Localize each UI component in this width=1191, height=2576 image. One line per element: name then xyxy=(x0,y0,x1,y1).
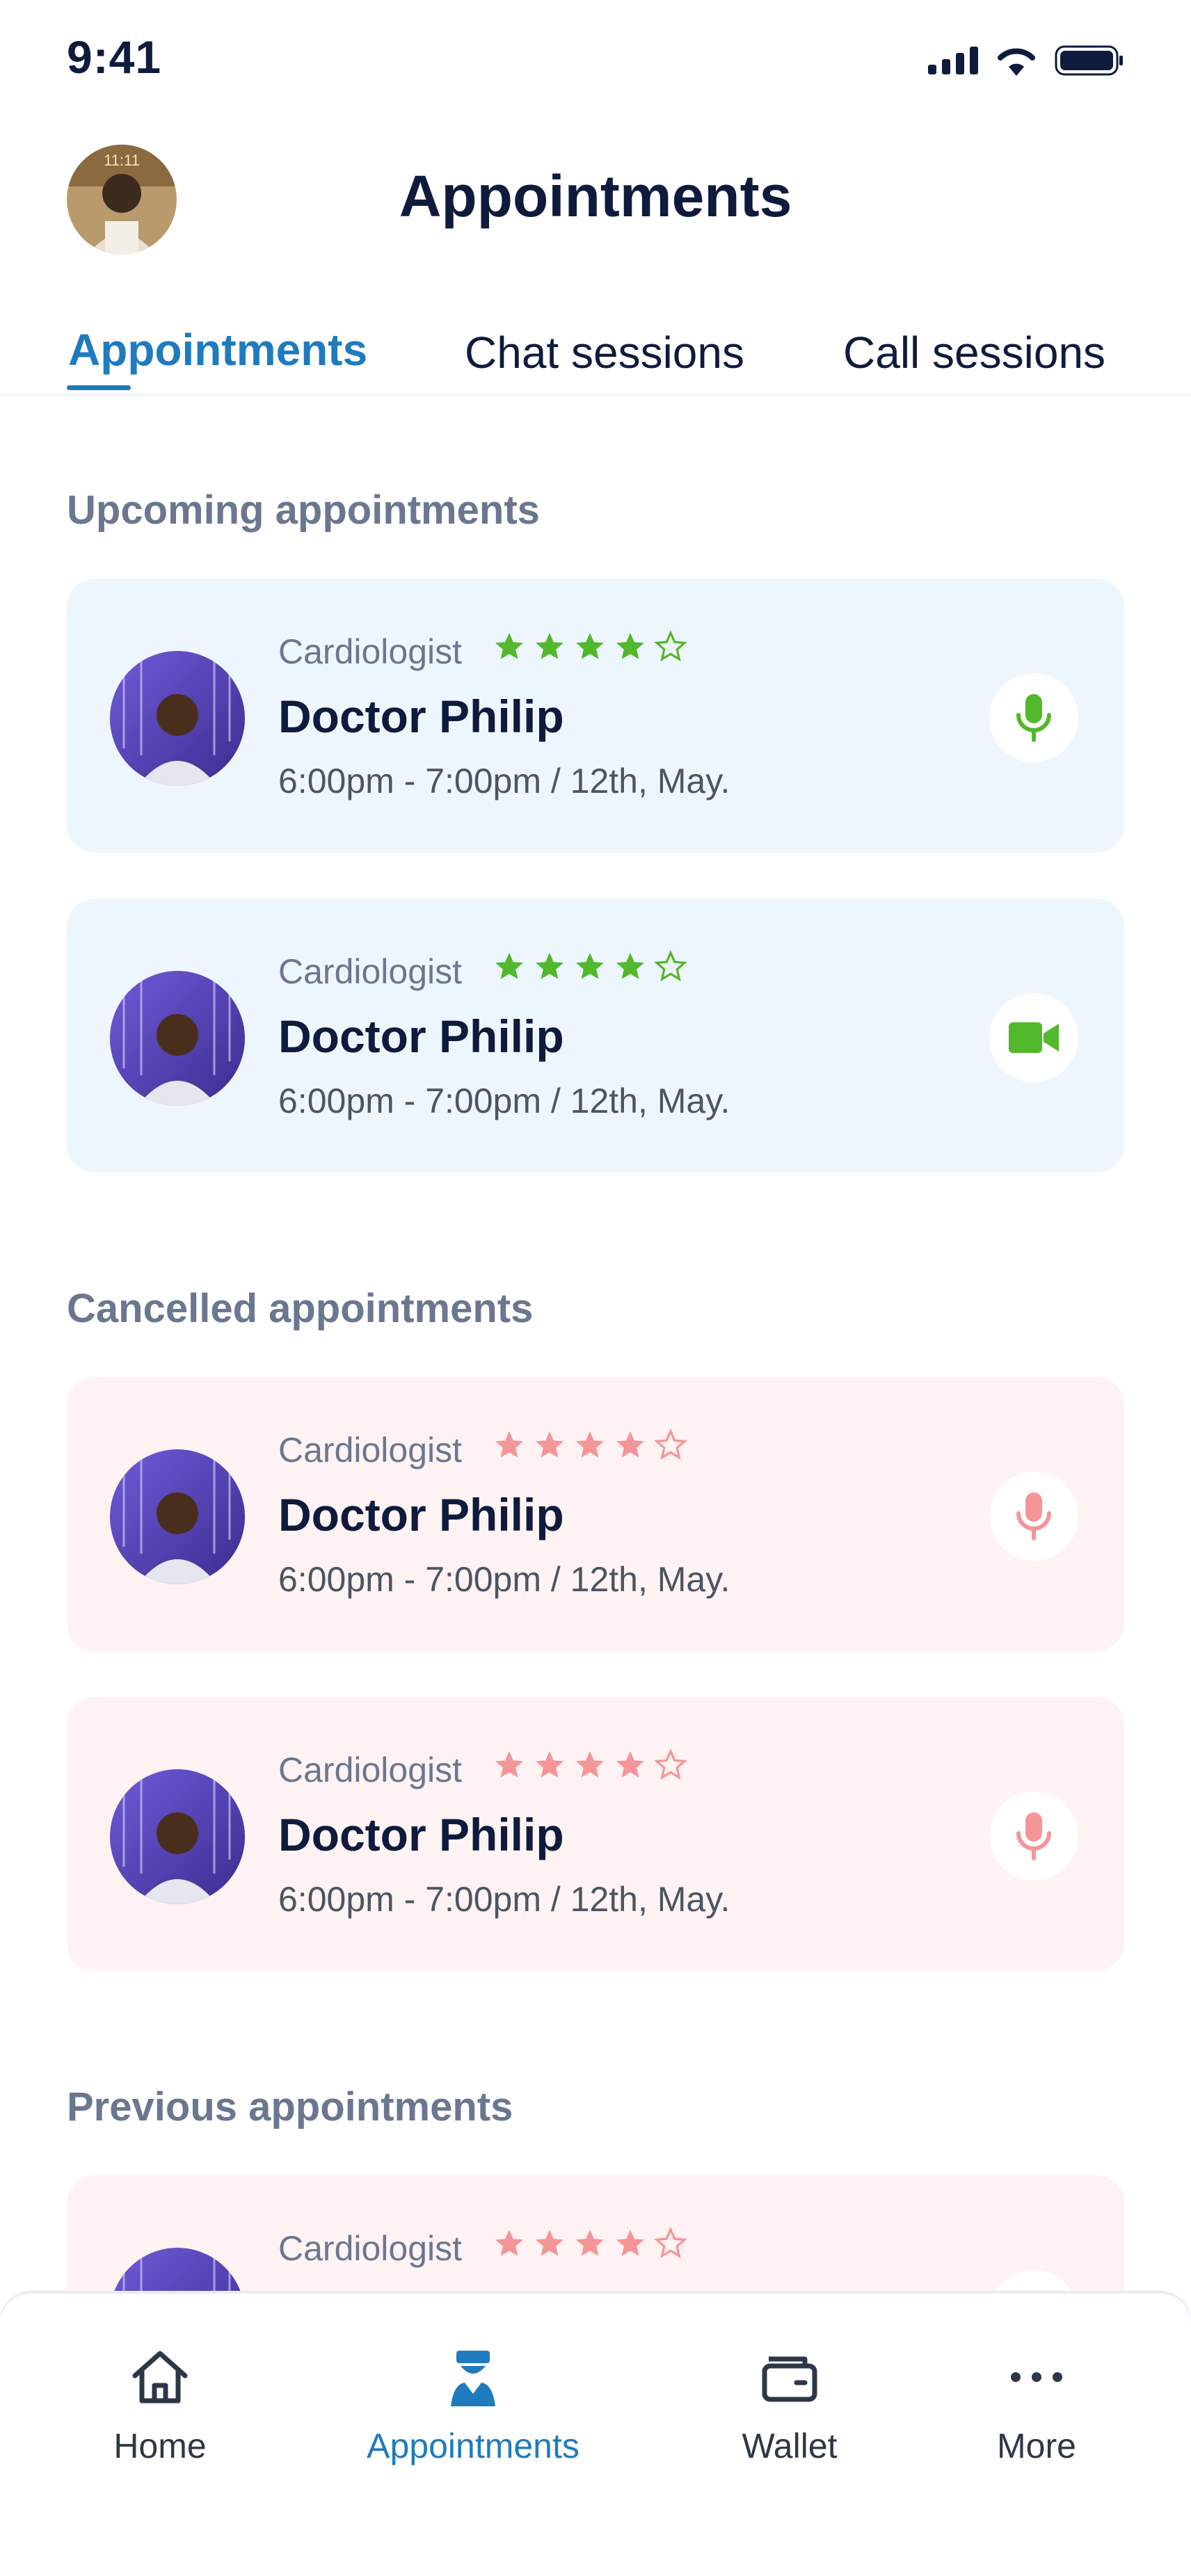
nav-label: Home xyxy=(113,2426,207,2465)
appointment-card[interactable]: Cardiologist Doctor Philip 6:00pm - 7:00… xyxy=(67,579,1124,853)
section-title-upcoming: Upcoming appointments xyxy=(67,488,540,533)
wallet-icon xyxy=(762,2356,817,2402)
rating-stars xyxy=(493,1428,687,1462)
voice-call-button[interactable] xyxy=(989,1472,1078,1561)
doctor-name: Doctor Philip xyxy=(278,1489,564,1540)
star-outline-icon xyxy=(654,1428,687,1460)
doctor-name: Doctor Philip xyxy=(278,1011,564,1062)
nav-label: More xyxy=(997,2426,1076,2465)
star-outline-icon xyxy=(654,950,687,982)
doctor-specialty: Cardiologist xyxy=(278,2229,463,2268)
status-icons xyxy=(928,43,1124,78)
active-tab-indicator xyxy=(67,385,131,390)
doctor-specialty: Cardiologist xyxy=(278,1750,463,1789)
appointment-card[interactable]: Cardiologist Doctor Philip 6:00pm - 7:00… xyxy=(67,899,1124,1173)
appointment-card[interactable]: Cardiologist Doctor Philip 6:00pm - 7:00… xyxy=(67,1377,1124,1651)
appointment-card[interactable]: Cardiologist Doctor Philip 6:00pm - 7:00… xyxy=(67,1697,1124,1971)
star-filled-icon xyxy=(495,633,523,659)
cellular-signal-icon xyxy=(928,47,978,74)
appointment-time: 6:00pm - 7:00pm / 12th, May. xyxy=(278,1880,730,1919)
doctor-specialty: Cardiologist xyxy=(278,632,463,671)
voice-call-button[interactable] xyxy=(989,673,1078,762)
status-time: 9:41 xyxy=(67,31,162,83)
bottom-nav: Home Appointments Wallet More xyxy=(0,2294,1191,2576)
home-icon xyxy=(132,2351,188,2404)
doctor-avatar xyxy=(110,971,245,1106)
star-outline-icon xyxy=(654,1748,687,1780)
doctor-avatar xyxy=(110,651,245,786)
star-filled-icon xyxy=(576,953,604,979)
microphone-icon xyxy=(1016,1812,1051,1860)
video-camera-icon xyxy=(1009,1022,1059,1053)
star-filled-icon xyxy=(536,2230,563,2256)
rating-stars xyxy=(493,2227,687,2260)
rating-stars xyxy=(493,950,687,983)
nav-item-home[interactable]: Home xyxy=(90,2294,230,2502)
star-outline-icon xyxy=(654,2227,687,2259)
tab-chat-sessions[interactable]: Chat sessions xyxy=(465,327,744,378)
nav-item-more[interactable]: More xyxy=(967,2294,1106,2502)
nav-item-appointments[interactable]: Appointments xyxy=(348,2294,598,2502)
doctor-avatar xyxy=(110,1769,245,1904)
section-title-cancelled: Cancelled appointments xyxy=(67,1286,534,1331)
star-filled-icon xyxy=(536,1751,563,1778)
star-filled-icon xyxy=(616,953,644,979)
star-filled-icon xyxy=(576,633,604,659)
star-filled-icon xyxy=(576,1431,604,1458)
star-filled-icon xyxy=(495,953,523,979)
star-filled-icon xyxy=(616,1751,644,1778)
battery-icon xyxy=(1055,45,1123,76)
star-filled-icon xyxy=(495,1431,523,1458)
page-title: Appointments xyxy=(399,163,792,229)
section-title-previous: Previous appointments xyxy=(67,2084,513,2130)
star-filled-icon xyxy=(616,2230,644,2256)
star-outline-icon xyxy=(654,630,687,662)
star-filled-icon xyxy=(536,1431,563,1458)
doctor-avatar xyxy=(110,1449,245,1584)
voice-call-button[interactable] xyxy=(989,1792,1078,1881)
star-filled-icon xyxy=(616,633,644,659)
wifi-icon xyxy=(998,48,1035,76)
star-filled-icon xyxy=(536,633,563,659)
star-filled-icon xyxy=(536,953,563,979)
nav-item-wallet[interactable]: Wallet xyxy=(720,2294,859,2502)
nav-label: Appointments xyxy=(367,2426,579,2465)
star-filled-icon xyxy=(495,2230,523,2256)
video-call-button[interactable] xyxy=(989,993,1078,1082)
nav-label: Wallet xyxy=(742,2426,838,2465)
appointment-time: 6:00pm - 7:00pm / 12th, May. xyxy=(278,762,730,800)
tab-appointments[interactable]: Appointments xyxy=(68,324,367,376)
tabs-divider xyxy=(0,394,1191,396)
appointment-time: 6:00pm - 7:00pm / 12th, May. xyxy=(278,1081,730,1120)
microphone-icon xyxy=(1016,1492,1051,1540)
doctor-name: Doctor Philip xyxy=(278,691,564,742)
star-filled-icon xyxy=(576,2230,604,2256)
doctor-specialty: Cardiologist xyxy=(278,952,463,991)
doctor-icon xyxy=(451,2351,495,2406)
doctor-specialty: Cardiologist xyxy=(278,1431,463,1470)
rating-stars xyxy=(493,1748,687,1782)
appointment-time: 6:00pm - 7:00pm / 12th, May. xyxy=(278,1560,730,1599)
star-filled-icon xyxy=(616,1431,644,1458)
more-dots-icon xyxy=(1011,2372,1062,2382)
star-filled-icon xyxy=(495,1751,523,1778)
rating-stars xyxy=(493,630,687,663)
doctor-name: Doctor Philip xyxy=(278,1809,564,1860)
tab-call-sessions[interactable]: Call sessions xyxy=(843,327,1105,378)
star-filled-icon xyxy=(576,1751,604,1778)
microphone-icon xyxy=(1016,694,1051,742)
